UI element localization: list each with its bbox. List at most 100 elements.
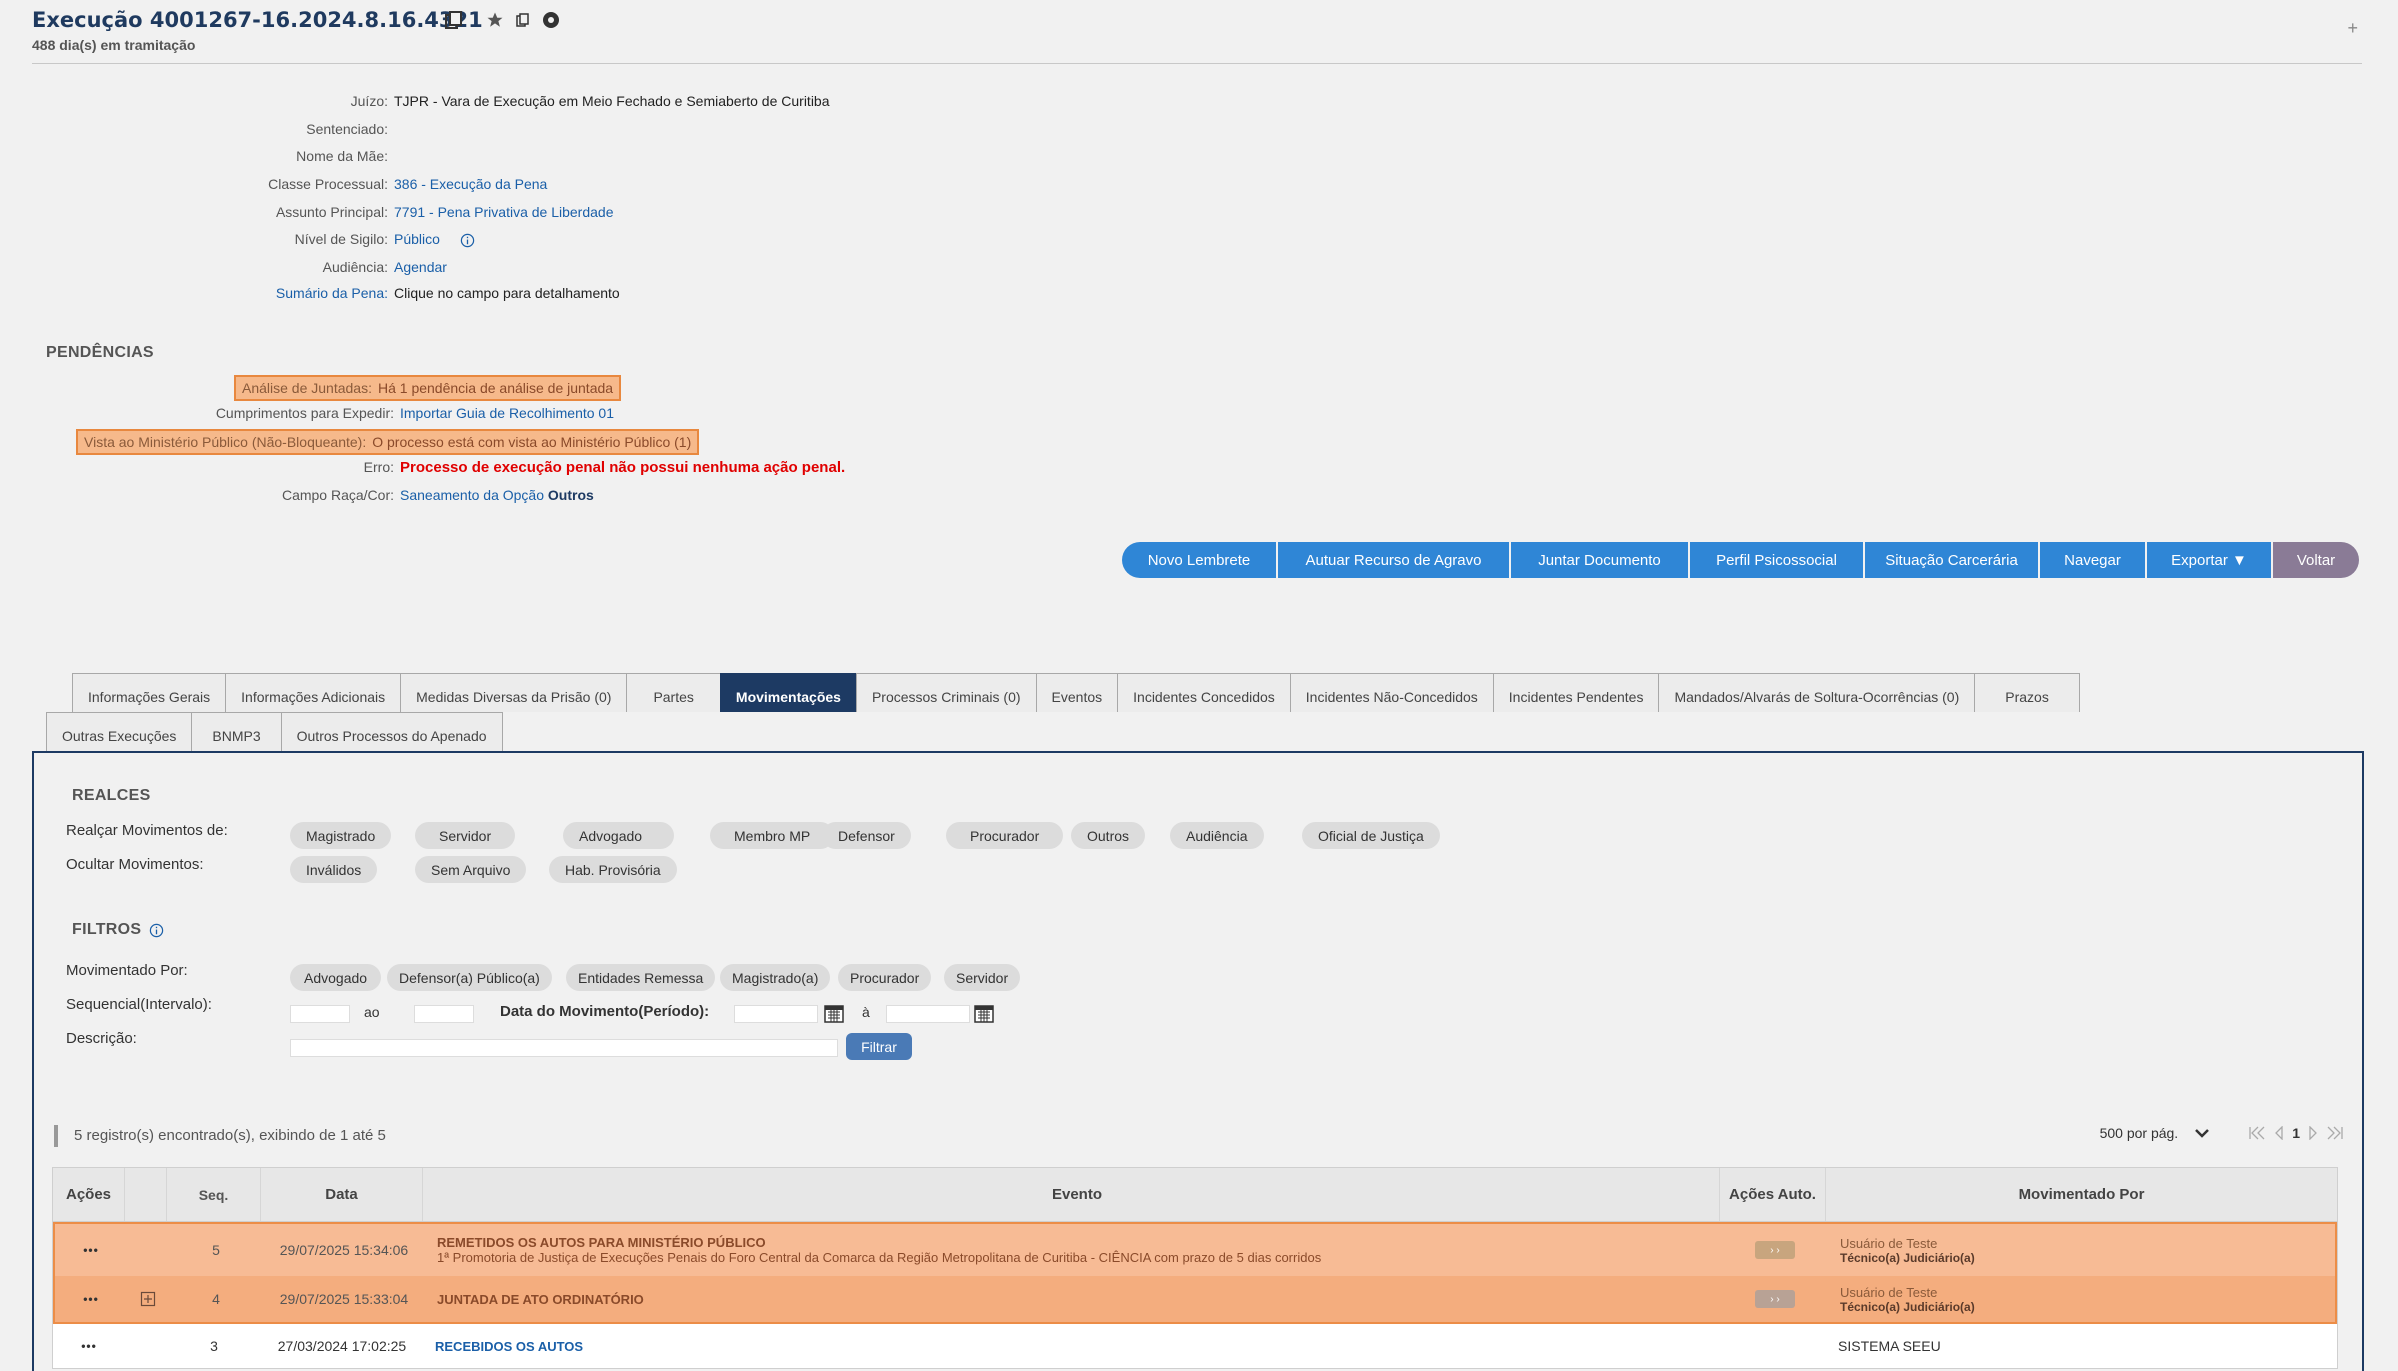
chevron-down-icon[interactable] xyxy=(2194,1127,2210,1139)
detail-value-link[interactable]: 386 - Execução da Pena xyxy=(394,176,547,194)
table-row[interactable]: ••• 4 29/07/2025 15:33:04 JUNTADA DE ATO… xyxy=(53,1276,2337,1324)
more-icon[interactable]: ••• xyxy=(81,1339,97,1353)
tab-medidas-diversas[interactable]: Medidas Diversas da Prisão (0) xyxy=(400,673,628,712)
col-acoes-auto[interactable]: Ações Auto. xyxy=(1720,1168,1826,1221)
table-row[interactable]: ••• 5 29/07/2025 15:34:06 REMETIDOS OS A… xyxy=(53,1222,2337,1276)
duplicate-icon[interactable] xyxy=(516,13,530,27)
descricao-input[interactable] xyxy=(290,1039,838,1057)
highlighted-pendencia[interactable]: Vista ao Ministério Público (Não-Bloquea… xyxy=(76,429,700,455)
pendencia-label: Cumprimentos para Expedir: xyxy=(215,405,394,421)
circle-icon[interactable] xyxy=(542,11,560,29)
info-icon[interactable] xyxy=(149,923,164,938)
prev-page-icon[interactable] xyxy=(2274,1126,2284,1140)
user-name: Usuário de Teste xyxy=(1840,1235,1938,1251)
chip-oficial-justica[interactable]: Oficial de Justiça xyxy=(1302,822,1440,849)
expand-plus-icon[interactable]: + xyxy=(2347,18,2358,39)
more-icon[interactable]: ••• xyxy=(83,1292,99,1306)
tab-incidentes-nao-concedidos[interactable]: Incidentes Não-Concedidos xyxy=(1289,673,1494,712)
exportar-button[interactable]: Exportar ▼ xyxy=(2147,542,2273,578)
detail-label-link[interactable]: Sumário da Pena: xyxy=(80,285,394,303)
filtrar-button[interactable]: Filtrar xyxy=(846,1033,912,1060)
tab-outras-execucoes[interactable]: Outras Execuções xyxy=(46,712,193,751)
star-icon[interactable] xyxy=(486,11,504,29)
seq-from-input[interactable] xyxy=(290,1005,350,1023)
highlighted-pendencia[interactable]: Análise de Juntadas: Há 1 pendência de a… xyxy=(234,375,622,401)
chip-advogado-filtro[interactable]: Advogado xyxy=(290,964,382,991)
tab-incidentes-concedidos[interactable]: Incidentes Concedidos xyxy=(1117,673,1291,712)
info-icon[interactable] xyxy=(460,231,475,249)
situacao-carceraria-button[interactable]: Situação Carcerária xyxy=(1865,542,2040,578)
chip-outros[interactable]: Outros xyxy=(1071,822,1146,849)
calendar-icon[interactable] xyxy=(974,1003,994,1023)
detail-value[interactable]: Clique no campo para detalhamento xyxy=(394,285,620,303)
col-acoes[interactable]: Ações xyxy=(53,1168,125,1221)
row-actions-menu[interactable]: ••• xyxy=(55,1224,127,1276)
auto-action-icon[interactable]: › › xyxy=(1755,1290,1795,1308)
tab-outros-processos[interactable]: Outros Processos do Apenado xyxy=(280,712,503,751)
tab-prazos[interactable]: Prazos xyxy=(1974,673,2080,712)
chip-defensor-publico[interactable]: Defensor(a) Público(a) xyxy=(387,964,552,991)
col-data[interactable]: Data xyxy=(261,1168,423,1221)
autuar-recurso-button[interactable]: Autuar Recurso de Agravo xyxy=(1278,542,1511,578)
chip-procurador-filtro[interactable]: Procurador xyxy=(838,964,932,991)
evento-title[interactable]: REMETIDOS OS AUTOS PARA MINISTÉRIO PÚBLI… xyxy=(437,1235,766,1250)
movimentacoes-table: Ações Seq. Data Evento Ações Auto. Movim… xyxy=(52,1167,2338,1369)
chip-servidor-filtro[interactable]: Servidor xyxy=(944,964,1021,991)
row-actions-menu[interactable]: ••• xyxy=(55,1276,127,1322)
tab-informacoes-gerais[interactable]: Informações Gerais xyxy=(72,673,227,712)
chip-invalidos[interactable]: Inválidos xyxy=(290,856,378,883)
table-row[interactable]: ••• 3 27/03/2024 17:02:25 RECEBIDOS OS A… xyxy=(53,1324,2337,1368)
tab-incidentes-pendentes[interactable]: Incidentes Pendentes xyxy=(1492,673,1660,712)
evento-title[interactable]: JUNTADA DE ATO ORDINATÓRIO xyxy=(437,1292,644,1307)
col-seq[interactable]: Seq. xyxy=(167,1168,261,1221)
col-evento[interactable]: Evento xyxy=(423,1168,1720,1221)
detail-value-link[interactable]: Público xyxy=(394,231,440,249)
chip-membro-mp[interactable]: Membro MP xyxy=(710,822,835,849)
current-page[interactable]: 1 xyxy=(2292,1125,2300,1141)
chip-defensor[interactable]: Defensor xyxy=(822,822,911,849)
tab-partes[interactable]: Partes xyxy=(626,673,721,712)
last-page-icon[interactable] xyxy=(2326,1126,2344,1140)
copy-icon[interactable] xyxy=(444,10,464,30)
more-icon[interactable]: ••• xyxy=(83,1243,99,1257)
header-icons xyxy=(444,10,560,30)
expand-icon[interactable] xyxy=(140,1291,156,1307)
col-movimentado-por[interactable]: Movimentado Por xyxy=(1826,1168,2337,1221)
chip-sem-arquivo[interactable]: Sem Arquivo xyxy=(415,856,527,883)
chip-magistrado[interactable]: Magistrado xyxy=(290,822,392,849)
tab-bar-row2: Outras Execuções BNMP3 Outros Processos … xyxy=(46,712,503,751)
seq-to-input[interactable] xyxy=(414,1005,474,1023)
detail-value-link[interactable]: Agendar xyxy=(394,259,447,277)
per-page-select[interactable]: 500 por pág. xyxy=(2100,1125,2179,1141)
tab-informacoes-adicionais[interactable]: Informações Adicionais xyxy=(225,673,402,712)
chip-servidor[interactable]: Servidor xyxy=(415,822,516,849)
next-page-icon[interactable] xyxy=(2308,1126,2318,1140)
chip-procurador[interactable]: Procurador xyxy=(946,822,1064,849)
auto-action-icon[interactable]: › › xyxy=(1755,1241,1795,1259)
perfil-psicossocial-button[interactable]: Perfil Psicossocial xyxy=(1690,542,1865,578)
tab-movimentacoes[interactable]: Movimentações xyxy=(719,673,857,712)
chip-advogado[interactable]: Advogado xyxy=(563,822,675,849)
navegar-button[interactable]: Navegar xyxy=(2040,542,2147,578)
pendencia-value-link[interactable]: Saneamento da Opção Outros xyxy=(400,487,594,505)
pendencia-value-link[interactable]: Importar Guia de Recolhimento 01 xyxy=(400,405,614,423)
detail-value-link[interactable]: 7791 - Pena Privativa de Liberdade xyxy=(394,204,613,222)
row-actions-menu[interactable]: ••• xyxy=(53,1324,125,1368)
chip-audiencia[interactable]: Audiência xyxy=(1170,822,1264,849)
evento-title[interactable]: RECEBIDOS OS AUTOS xyxy=(435,1339,583,1354)
chip-magistrado-filtro[interactable]: Magistrado(a) xyxy=(720,964,831,991)
tab-processos-criminais[interactable]: Processos Criminais (0) xyxy=(855,673,1037,712)
tab-mandados-alvaras[interactable]: Mandados/Alvarás de Soltura-Ocorrências … xyxy=(1658,673,1976,712)
tab-eventos[interactable]: Eventos xyxy=(1035,673,1119,712)
first-page-icon[interactable] xyxy=(2248,1126,2266,1140)
calendar-icon[interactable] xyxy=(824,1003,844,1023)
voltar-button[interactable]: Voltar xyxy=(2273,542,2359,578)
date-from-input[interactable] xyxy=(734,1005,818,1023)
chip-entidades-remessa[interactable]: Entidades Remessa xyxy=(566,964,716,991)
date-to-input[interactable] xyxy=(886,1005,970,1023)
novo-lembrete-button[interactable]: Novo Lembrete xyxy=(1122,542,1278,578)
chip-hab-provisoria[interactable]: Hab. Provisória xyxy=(549,856,677,883)
tab-bnmp3[interactable]: BNMP3 xyxy=(191,712,282,751)
row-seq: 4 xyxy=(212,1291,220,1307)
juntar-documento-button[interactable]: Juntar Documento xyxy=(1511,542,1690,578)
